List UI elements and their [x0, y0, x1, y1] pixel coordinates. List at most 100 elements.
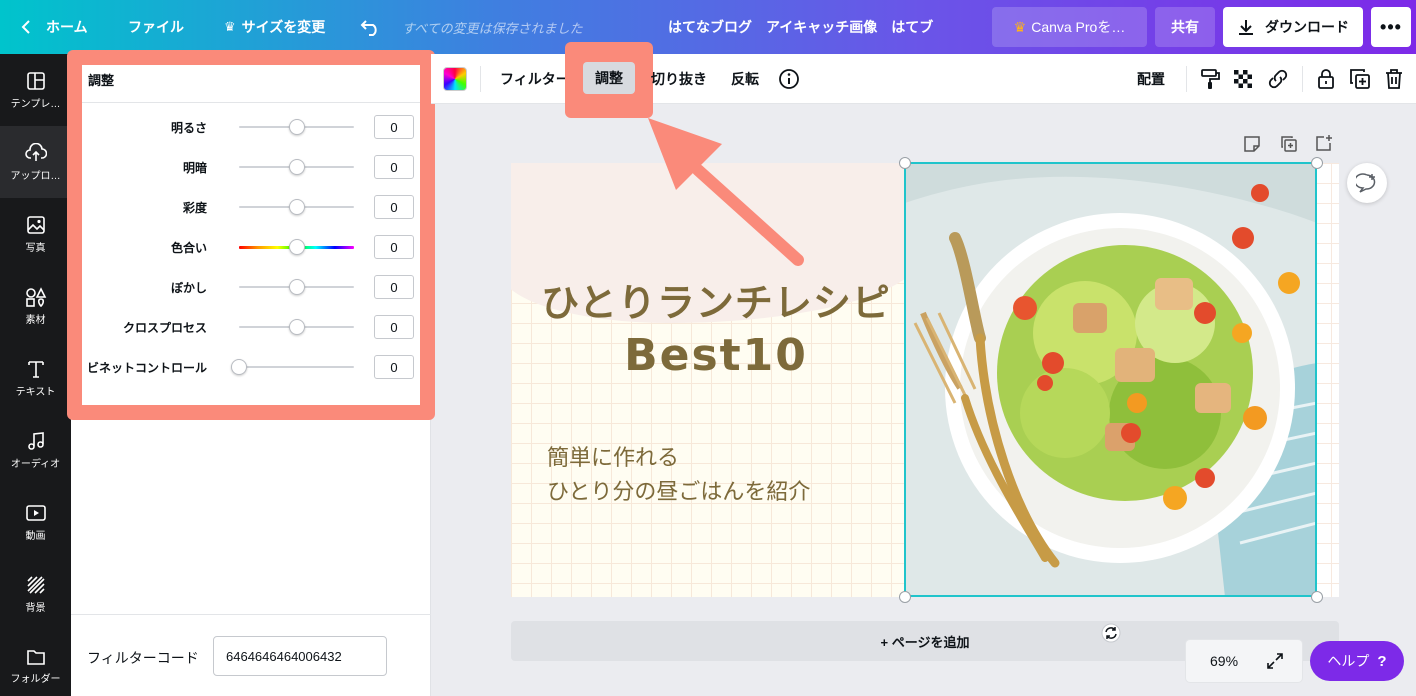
- transparency-button[interactable]: [1232, 54, 1254, 104]
- adjust-label: ぼかし: [170, 281, 207, 295]
- zoom-level: 69%: [1210, 653, 1239, 669]
- undo-button[interactable]: [360, 0, 382, 54]
- file-menu[interactable]: ファイル: [128, 0, 184, 54]
- filter-button[interactable]: フィルター: [500, 54, 570, 104]
- link-button[interactable]: [1266, 54, 1290, 104]
- filter-code-input[interactable]: 6464646464006432: [213, 636, 387, 676]
- download-button[interactable]: ダウンロード: [1223, 7, 1363, 47]
- crown-icon: ♛: [224, 19, 236, 34]
- adjust-value-input[interactable]: 0: [374, 355, 414, 379]
- comment-icon: [1356, 173, 1376, 193]
- crop-button[interactable]: 切り抜き: [651, 54, 707, 104]
- zoom-control[interactable]: 69%: [1186, 640, 1302, 682]
- duplicate-button[interactable]: [1349, 54, 1371, 104]
- background-icon: [26, 575, 45, 594]
- divider: [480, 66, 481, 92]
- rail-item-video[interactable]: 動画: [0, 486, 71, 558]
- arrange-button[interactable]: 配置: [1137, 54, 1165, 104]
- save-status: すべての変更は保存されました: [402, 20, 583, 36]
- chevron-left-icon: [21, 20, 30, 34]
- rotate-icon[interactable]: [1101, 623, 1121, 643]
- fullscreen-icon[interactable]: [1266, 652, 1284, 670]
- slider-knob[interactable]: [288, 199, 305, 215]
- filter-code-label: フィルターコード: [87, 650, 199, 666]
- document-title[interactable]: はてなブログ アイキャッチ画像 はてブ: [668, 0, 933, 54]
- rail-item-audio[interactable]: オーディオ: [0, 414, 71, 486]
- duplicate-page-icon[interactable]: [1280, 135, 1298, 153]
- resize-handle-top-right[interactable]: [1311, 157, 1323, 169]
- add-page-icon[interactable]: [1315, 134, 1333, 152]
- rail-item-text[interactable]: テキスト: [0, 342, 71, 414]
- slider-knob[interactable]: [288, 239, 305, 255]
- rail-item-background[interactable]: 背景: [0, 558, 71, 630]
- rail-item-folder[interactable]: フォルダー: [0, 630, 71, 696]
- adjust-value-input[interactable]: 0: [374, 115, 414, 139]
- slider-knob[interactable]: [288, 159, 305, 175]
- adjust-label: ビネットコントロール: [86, 361, 207, 375]
- salad-photo[interactable]: [905, 163, 1317, 597]
- slider-knob[interactable]: [231, 359, 247, 375]
- flip-button[interactable]: 反転: [731, 54, 759, 104]
- adjust-value-input[interactable]: 0: [374, 155, 414, 179]
- adjust-label: 明るさ: [170, 121, 207, 135]
- video-icon: [25, 504, 46, 521]
- slider-knob[interactable]: [288, 279, 305, 295]
- crown-icon: ♛: [1013, 18, 1027, 35]
- question-icon: ?: [1377, 652, 1387, 670]
- adjust-label: 色合い: [170, 241, 207, 255]
- top-bar: ホーム ファイル ♛ サイズを変更 すべての変更は保存されました はてなブログ …: [0, 0, 1416, 54]
- download-icon: [1239, 20, 1253, 35]
- resize-handle-bottom-right[interactable]: [1311, 591, 1323, 603]
- divider: [71, 614, 431, 615]
- paint-roller-icon: [1201, 69, 1220, 89]
- link-icon: [1268, 69, 1288, 89]
- audio-icon: [27, 431, 44, 450]
- more-icon: •••: [1380, 16, 1402, 37]
- info-button[interactable]: [778, 54, 800, 104]
- adjust-label: 明暗: [182, 161, 207, 175]
- help-button[interactable]: ヘルプ ?: [1310, 641, 1404, 681]
- copy-style-button[interactable]: [1199, 54, 1221, 104]
- home-button[interactable]: ホーム: [20, 0, 88, 54]
- adjust-value-input[interactable]: 0: [374, 275, 414, 299]
- transparency-icon: [1234, 70, 1252, 88]
- divider: [82, 102, 420, 103]
- adjust-slider[interactable]: [239, 366, 354, 368]
- undo-icon: [360, 20, 377, 36]
- rail-item-templates[interactable]: テンプレ…: [0, 54, 71, 126]
- design-subtitle[interactable]: 簡単に作れる ひとり分の昼ごはんを紹介: [547, 442, 810, 510]
- home-label: ホーム: [46, 19, 88, 35]
- color-picker-button[interactable]: [443, 67, 467, 91]
- note-icon[interactable]: [1243, 135, 1261, 153]
- info-icon: [779, 69, 799, 89]
- salad-image: [905, 163, 1317, 597]
- adjust-value-input[interactable]: 0: [374, 195, 414, 219]
- adjust-label: クロスプロセス: [122, 321, 207, 335]
- trash-icon: [1386, 69, 1402, 89]
- arrow-annotation: [648, 118, 804, 266]
- comment-button[interactable]: [1347, 163, 1387, 203]
- duplicate-icon: [1350, 69, 1370, 89]
- folder-icon: [26, 649, 45, 665]
- canva-pro-button[interactable]: ♛ Canva Proを…: [992, 7, 1147, 47]
- panel-title: 調整: [88, 73, 115, 88]
- adjust-button[interactable]: 調整: [583, 62, 635, 94]
- lock-button[interactable]: [1315, 54, 1337, 104]
- template-icon: [26, 71, 45, 90]
- slider-knob[interactable]: [288, 319, 305, 335]
- resize-handle-top-left[interactable]: [899, 157, 911, 169]
- design-title-line1[interactable]: ひとりランチレシピ: [510, 272, 922, 327]
- photo-icon: [26, 215, 45, 234]
- adjust-value-input[interactable]: 0: [374, 235, 414, 259]
- resize-handle-bottom-left[interactable]: [899, 591, 911, 603]
- more-button[interactable]: •••: [1371, 7, 1411, 47]
- lock-icon: [1318, 69, 1334, 89]
- adjust-value-input[interactable]: 0: [374, 315, 414, 339]
- resize-button[interactable]: ♛ サイズを変更: [224, 0, 325, 54]
- delete-button[interactable]: [1383, 54, 1405, 104]
- slider-knob[interactable]: [288, 119, 305, 135]
- adjust-label: 彩度: [182, 201, 207, 215]
- share-button[interactable]: 共有: [1155, 7, 1215, 47]
- divider: [1302, 66, 1303, 92]
- design-title-line2[interactable]: Best10: [510, 330, 922, 381]
